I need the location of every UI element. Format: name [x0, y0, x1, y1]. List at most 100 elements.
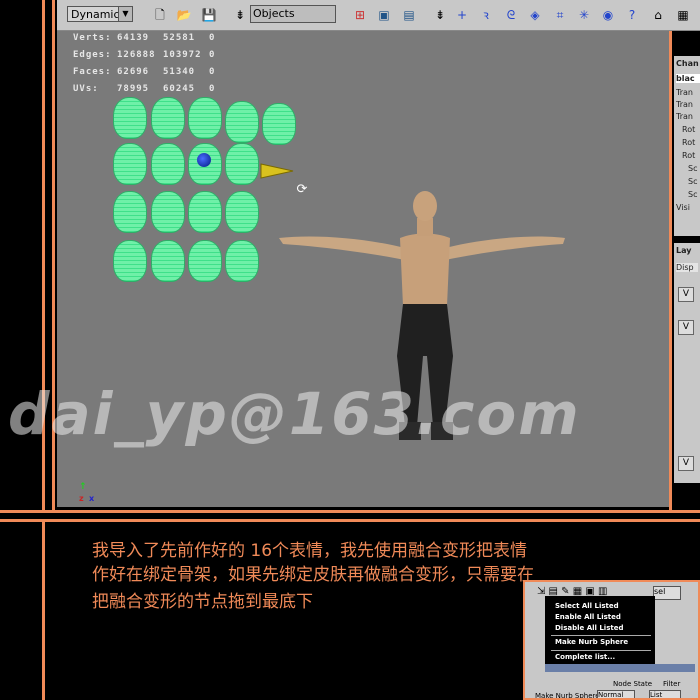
hud-value: 64139: [117, 33, 150, 43]
blendshape-head[interactable]: [225, 143, 259, 185]
caption-line: 作好在绑定骨架，如果先绑定皮肤再做融合变形，只需要在: [92, 565, 534, 585]
node-state-label: Node State: [613, 680, 653, 688]
channel-attr[interactable]: Tran: [676, 100, 693, 109]
layer-visibility-toggle[interactable]: V: [678, 320, 694, 335]
menu-item-select-all[interactable]: Select All Listed: [555, 602, 619, 610]
poly-count-row: Edges: 126888 103972 0: [73, 50, 215, 60]
select-by-component-icon[interactable]: ▤: [400, 6, 418, 24]
snapshot-icon[interactable]: ⌂: [649, 6, 667, 24]
channel-attr[interactable]: Sc: [688, 164, 697, 173]
curve-icon[interactable]: ᘓ: [502, 6, 520, 24]
channel-attr[interactable]: Rot: [682, 151, 695, 160]
channel-attr[interactable]: Sc: [688, 177, 697, 186]
channel-attr[interactable]: Tran: [676, 112, 693, 121]
frame-line: [42, 519, 45, 700]
blendshape-head[interactable]: [188, 97, 222, 139]
menu-divider: [551, 650, 651, 651]
channel-attr[interactable]: Rot: [682, 125, 695, 134]
hud-label: UVs:: [73, 84, 99, 94]
blendshape-head[interactable]: [225, 240, 259, 282]
chevron-down-icon: ▼: [118, 7, 132, 21]
menu-set-dropdown[interactable]: Dynamics ▼: [67, 6, 133, 22]
blendshape-head[interactable]: [225, 101, 259, 143]
status-line: Dynamics ▼ 🗋 📂 💾 ⇟ Objects ⊞ ▣ ▤ ⇟ + ꝛ ᘓ…: [57, 0, 700, 31]
render-view-icon[interactable]: ▦: [674, 6, 692, 24]
hud-value: 0: [209, 50, 216, 60]
hud-value: 51340: [163, 67, 196, 77]
plus-icon[interactable]: +: [453, 6, 471, 24]
layer-visibility-toggle[interactable]: V: [678, 456, 694, 471]
channel-box-title: Chan: [676, 59, 699, 68]
hud-value: 60245: [163, 84, 196, 94]
frame-line: [669, 31, 672, 511]
poly-count-row: Faces: 62696 51340 0: [73, 67, 215, 77]
context-menu: Select All Listed Enable All Listed Disa…: [545, 596, 655, 664]
select-by-hierarchy-icon[interactable]: ⊞: [351, 6, 369, 24]
axis-x-label: x: [89, 494, 95, 503]
menu-item-disable-all[interactable]: Disable All Listed: [555, 624, 623, 632]
menu-item-enable-all[interactable]: Enable All Listed: [555, 613, 621, 621]
layer-editor-title: Lay: [676, 246, 692, 255]
hud-label: Edges:: [73, 50, 112, 60]
hud-value: 0: [209, 33, 216, 43]
dynamics-icon[interactable]: ✳: [575, 6, 593, 24]
channel-attr[interactable]: Rot: [682, 138, 695, 147]
blendshape-head[interactable]: [188, 191, 222, 233]
blendshape-head[interactable]: [151, 97, 185, 139]
channel-attr[interactable]: Tran: [676, 88, 693, 97]
open-folder-icon[interactable]: 📂: [175, 6, 193, 24]
blendshape-head[interactable]: [113, 97, 147, 139]
blendshape-head[interactable]: [262, 103, 296, 145]
hud-label: Verts:: [73, 33, 112, 43]
inset-title-bar: [545, 664, 695, 672]
render-icon[interactable]: ◉: [599, 6, 617, 24]
select-by-object-icon[interactable]: ▣: [375, 6, 393, 24]
poly-count-row: UVs: 78995 60245 0: [73, 84, 215, 94]
hud-value: 0: [209, 84, 216, 94]
blendshape-head[interactable]: [225, 191, 259, 233]
axis-z-label: z: [79, 494, 84, 503]
watermark: dai_yp@163.com: [8, 380, 581, 448]
channel-box-object[interactable]: blac: [676, 74, 700, 83]
hud-label: Faces:: [73, 67, 112, 77]
surface-icon[interactable]: ◈: [526, 6, 544, 24]
node-state-dropdown[interactable]: Normal: [597, 690, 635, 698]
context-menu-inset: ⇲ ▤ ✎ ▦ ▣ ▥ sel Select All Listed Enable…: [523, 580, 700, 700]
new-scene-icon[interactable]: 🗋: [151, 6, 169, 24]
channel-attr[interactable]: Visi: [676, 203, 690, 212]
blendshape-head[interactable]: [151, 191, 185, 233]
axis-y: ↑: [79, 482, 87, 492]
hud-value: 62696: [117, 67, 150, 77]
sel-dropdown[interactable]: sel: [653, 586, 681, 600]
blendshape-head[interactable]: [113, 191, 147, 233]
inset-bottom-label: Make Nurb Sphere: [535, 692, 600, 700]
joint-icon[interactable]: ꝛ: [477, 6, 495, 24]
channel-box: Chan blac Tran Tran Tran Rot Rot Rot Sc …: [674, 56, 700, 236]
hud-value: 52581: [163, 33, 196, 43]
caption-line: 我导入了先前作好的 16个表情，我先使用融合变形把表情: [92, 541, 528, 561]
layer-editor: Lay Disp V V V: [674, 243, 700, 483]
filter-label: Filter: [663, 680, 681, 688]
caption-line: 把融合变形的节点拖到最底下: [92, 592, 313, 612]
blendshape-head[interactable]: [113, 240, 147, 282]
layer-display-tab[interactable]: Disp: [676, 263, 698, 272]
blendshape-head[interactable]: [188, 240, 222, 282]
selection-mode-icon[interactable]: ⇟: [231, 6, 249, 24]
frame-line: [0, 519, 700, 522]
layer-visibility-toggle[interactable]: V: [678, 287, 694, 302]
blendshape-head[interactable]: [113, 143, 147, 185]
mask-toggle-icon[interactable]: ⇟: [431, 6, 449, 24]
menu-divider: [551, 635, 651, 636]
filter-dropdown[interactable]: List: [649, 690, 681, 698]
channel-attr[interactable]: Sc: [688, 190, 697, 199]
menu-item-complete-list[interactable]: Complete list...: [555, 653, 615, 661]
selection-mask-field[interactable]: Objects: [250, 5, 336, 23]
pivot-sphere-icon[interactable]: [197, 153, 211, 167]
deformer-icon[interactable]: ⌗: [551, 6, 569, 24]
cone-locator-icon[interactable]: [257, 161, 297, 181]
blendshape-head[interactable]: [151, 240, 185, 282]
menu-item-make-nurb-sphere[interactable]: Make Nurb Sphere: [555, 638, 628, 646]
help-icon[interactable]: ?: [623, 6, 641, 24]
blendshape-head[interactable]: [151, 143, 185, 185]
save-icon[interactable]: 💾: [200, 6, 218, 24]
